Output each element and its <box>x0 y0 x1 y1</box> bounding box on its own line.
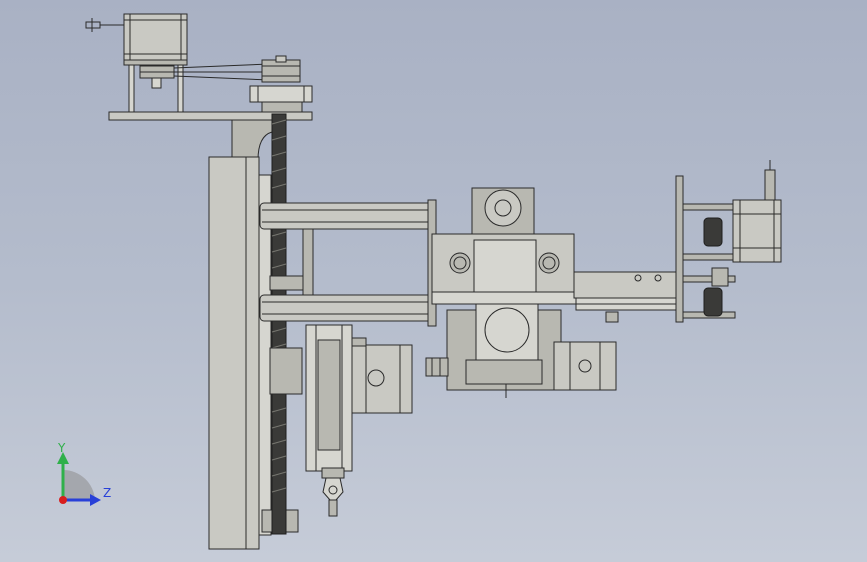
triad-x-axis-dot <box>59 496 67 504</box>
motor-standoff-left <box>128 59 135 113</box>
carriage-servo-motor <box>553 341 617 391</box>
right-pulley-upper <box>703 217 723 247</box>
lower-carriage-block <box>269 347 303 395</box>
top-drive-assembly <box>85 13 313 121</box>
bearing-housing <box>249 85 313 103</box>
triad-z-label: Z <box>103 486 111 500</box>
gripper-motor <box>351 344 413 414</box>
drive-belt-bottom <box>173 75 271 81</box>
vertical-slide-assembly <box>305 324 413 517</box>
bearing-left <box>449 252 471 274</box>
arm-beam <box>573 271 683 299</box>
column-base-plate <box>208 156 260 550</box>
horizontal-arm <box>573 271 683 323</box>
right-motor-connector <box>764 169 776 201</box>
top-roller <box>484 189 522 227</box>
right-end-plate <box>675 175 684 323</box>
right-pulley-lower <box>703 287 723 317</box>
coordinate-triad: Y Z <box>57 441 111 506</box>
drive-belt-top <box>173 63 271 69</box>
motor-cable-connector <box>85 21 101 29</box>
triad-y-label: Y <box>57 441 66 455</box>
top-stepper-motor <box>123 13 188 61</box>
cad-drawing: Y Z <box>57 13 782 550</box>
guide-rod-upper <box>259 202 433 230</box>
lead-screw <box>271 113 287 535</box>
bearing-right <box>538 252 560 274</box>
column-bracket <box>231 119 273 161</box>
cad-viewport[interactable]: Y Z <box>0 0 867 562</box>
tool-nozzle <box>322 477 344 501</box>
driven-pulley <box>261 59 301 83</box>
triad-z-arrow <box>90 494 101 506</box>
vertical-column <box>208 113 305 550</box>
screw-nut-block <box>269 275 305 291</box>
guide-rod-lower <box>259 294 433 322</box>
cable-gland <box>425 357 449 377</box>
right-motor-assembly <box>675 160 782 323</box>
